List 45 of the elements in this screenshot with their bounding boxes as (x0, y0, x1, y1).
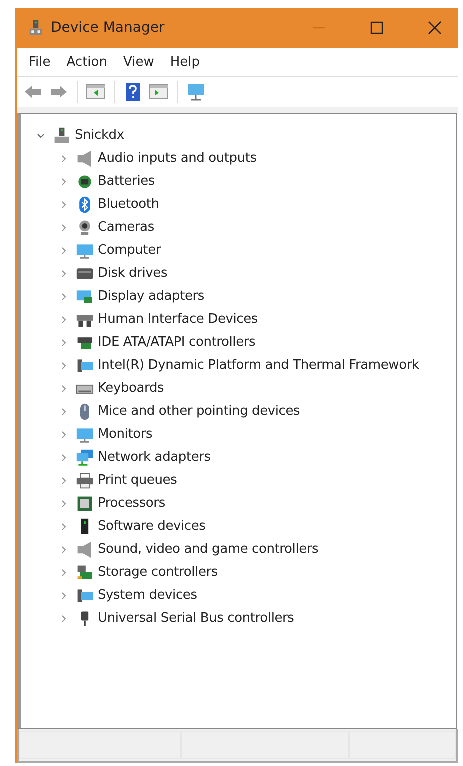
tree-item[interactable]: Software devices (98, 519, 206, 534)
monitor-icon[interactable] (186, 82, 206, 102)
help-icon[interactable] (123, 82, 143, 102)
tree-item[interactable]: Mice and other pointing devices (98, 404, 300, 419)
battery-plug-icon (76, 172, 94, 190)
tree-item[interactable]: Print queues (98, 473, 178, 488)
menu-item[interactable]: File (29, 52, 51, 72)
speaker-icon (76, 150, 94, 168)
system-box-icon (76, 356, 94, 374)
tree-item[interactable]: Display adapters (98, 289, 205, 304)
computer-tower-icon (29, 20, 43, 36)
printer-icon (76, 472, 94, 490)
tree-item[interactable]: Bluetooth (98, 197, 160, 212)
tree-item[interactable]: Keyboards (98, 381, 164, 396)
tree-item[interactable]: Audio inputs and outputs (98, 151, 257, 166)
monitor-card-icon (76, 288, 94, 306)
menu-item[interactable]: View (123, 52, 154, 72)
tree-item[interactable]: Storage controllers (98, 565, 218, 580)
panel-icon[interactable] (149, 82, 169, 102)
tree-item[interactable]: IDE ATA/ATAPI controllers (98, 335, 256, 350)
speaker-icon (76, 540, 94, 558)
panel-icon[interactable] (86, 82, 106, 102)
network-icon (76, 448, 94, 466)
tree-item[interactable]: Computer (98, 243, 162, 258)
tree-item[interactable]: Network adapters (98, 450, 211, 465)
tree-item[interactable]: Disk drives (98, 266, 168, 281)
tree-item[interactable]: Cameras (98, 220, 154, 235)
monitor-icon (76, 242, 94, 260)
system-box-icon (76, 586, 94, 604)
tree-item[interactable]: Batteries (98, 174, 156, 189)
tree-item[interactable]: Sound, video and game controllers (98, 542, 319, 557)
tree-item[interactable]: Processors (98, 496, 166, 511)
window-title: Device Manager (51, 20, 165, 36)
tree-item[interactable]: Universal Serial Bus controllers (98, 611, 294, 626)
menu-item[interactable]: Action (66, 52, 108, 72)
storage-card-icon (76, 564, 94, 582)
computer-tower-icon (53, 126, 71, 144)
tree-item[interactable]: Monitors (98, 427, 153, 442)
tree-item[interactable]: Intel(R) Dynamic Platform and Thermal Framework (98, 358, 420, 373)
tree-item[interactable]: Human Interface Devices (98, 312, 258, 327)
tree-item[interactable]: System devices (98, 588, 198, 603)
menu-item[interactable]: Help (170, 52, 200, 72)
monitor-icon (76, 426, 94, 444)
chip-icon (76, 494, 94, 512)
tree-item[interactable]: Snickdx (75, 128, 124, 143)
